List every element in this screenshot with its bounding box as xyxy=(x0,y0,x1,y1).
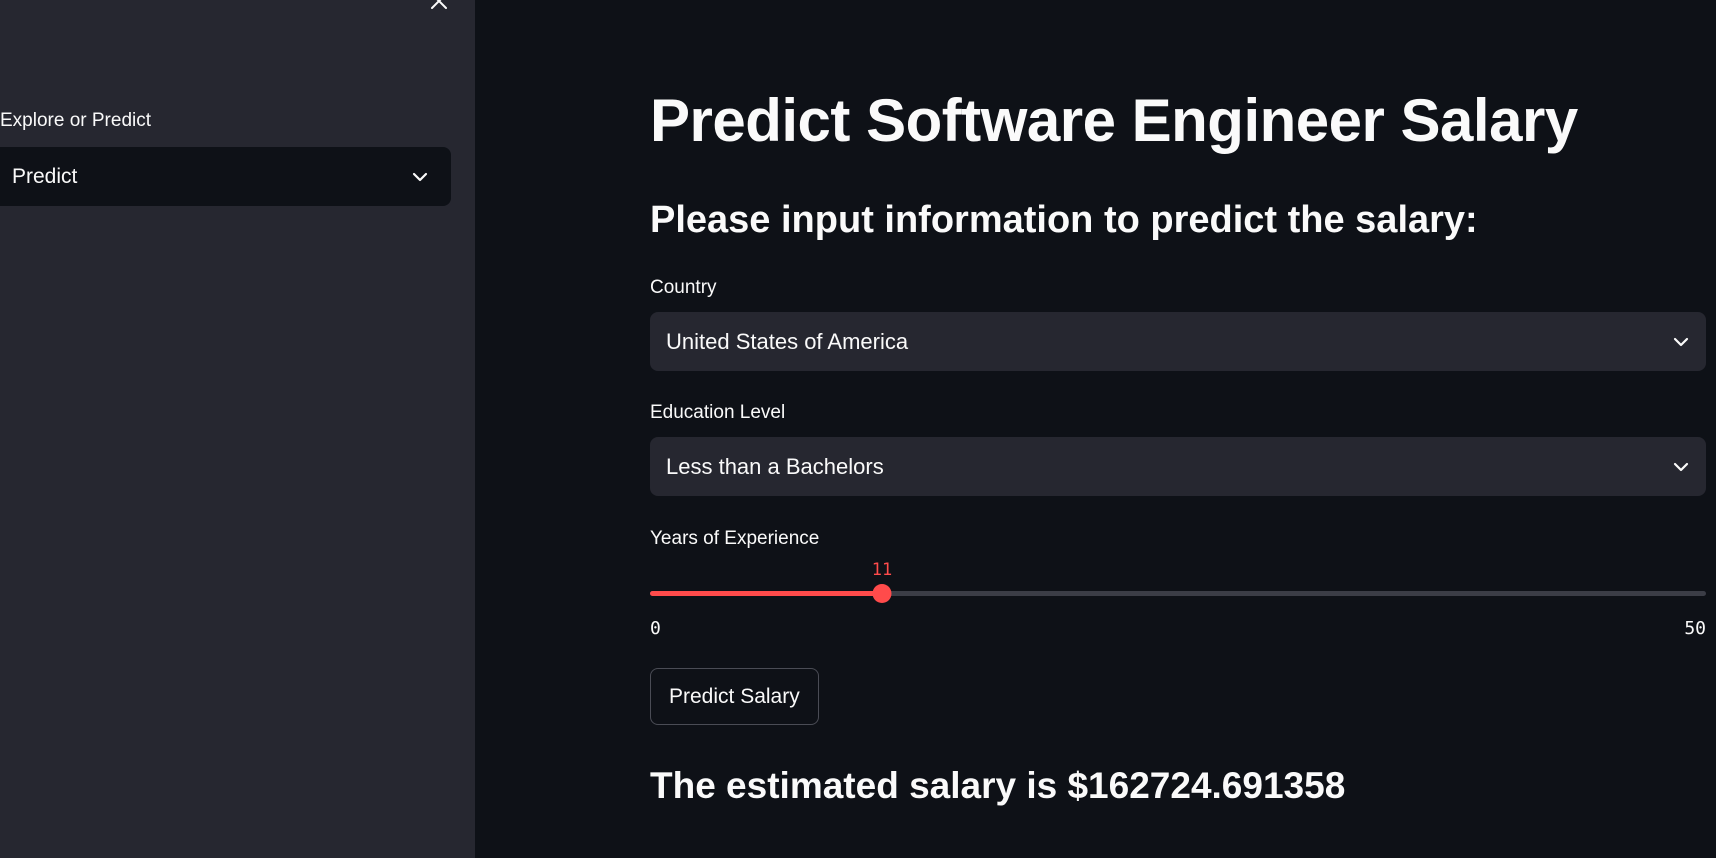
page-subtitle: Please input information to predict the … xyxy=(650,199,1478,241)
salary-result: The estimated salary is $162724.691358 xyxy=(650,765,1346,806)
sidebar-select-label: Explore or Predict xyxy=(0,110,152,131)
chevron-down-icon xyxy=(1672,333,1690,351)
page-title: Predict Software Engineer Salary xyxy=(650,87,1578,154)
education-value: Less than a Bachelors xyxy=(666,453,884,479)
slider-min-label: 0 xyxy=(650,618,661,639)
country-select[interactable]: United States of America xyxy=(650,312,1706,371)
slider-current-value: 11 xyxy=(871,560,893,580)
close-icon xyxy=(431,0,447,9)
education-select[interactable]: Less than a Bachelors xyxy=(650,437,1706,496)
slider-track-fill xyxy=(650,591,882,596)
experience-slider[interactable]: 11 0 50 xyxy=(650,560,1706,639)
chevron-down-icon xyxy=(1672,458,1690,476)
slider-track[interactable] xyxy=(650,591,1706,596)
country-label: Country xyxy=(650,277,717,298)
chevron-down-icon xyxy=(411,168,429,186)
main-content: Predict Software Engineer Salary Please … xyxy=(475,0,1716,858)
slider-thumb[interactable] xyxy=(872,584,892,603)
explore-predict-value: Predict xyxy=(12,164,78,188)
explore-predict-select[interactable]: Predict xyxy=(0,147,451,206)
app-root: Explore or Predict Predict Predict Softw… xyxy=(0,0,1716,858)
country-value: United States of America xyxy=(666,328,909,354)
slider-max-label: 50 xyxy=(1684,618,1706,639)
close-sidebar-button[interactable] xyxy=(426,0,452,14)
education-label: Education Level xyxy=(650,402,786,423)
predict-salary-button[interactable]: Predict Salary xyxy=(650,668,819,725)
experience-label: Years of Experience xyxy=(650,528,820,549)
sidebar: Explore or Predict Predict xyxy=(0,0,475,858)
